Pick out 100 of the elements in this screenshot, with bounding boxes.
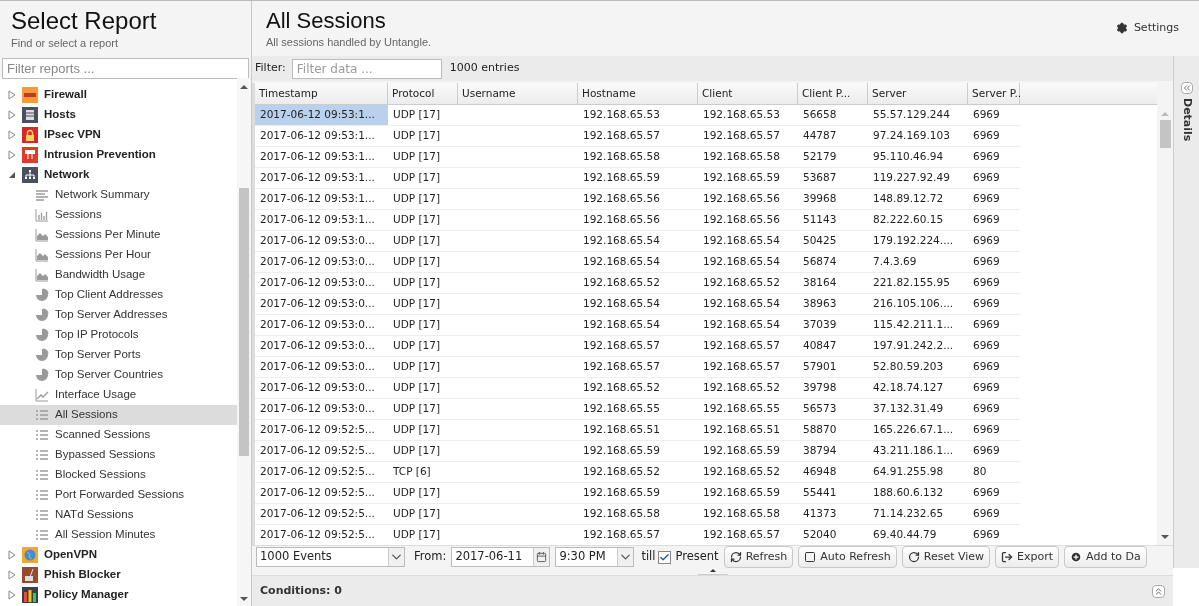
conditions-bar[interactable]: Conditions: 0 — [252, 575, 1173, 606]
table-cell-text: UDP [17] — [392, 149, 441, 165]
table-cell-text: 192.168.65.56 — [702, 212, 781, 228]
tree-item[interactable]: Bandwidth Usage — [0, 265, 237, 285]
time-select[interactable]: 9:30 PM — [555, 547, 635, 567]
column-header[interactable]: Server P.. — [968, 83, 1020, 104]
table-cell-text: 6969 — [972, 191, 1001, 207]
table-cell-text: 6969 — [972, 170, 1001, 186]
table-cell-text: 2017-06-12 09:53:0... — [259, 317, 376, 333]
tree-item[interactable]: Top Server Ports — [0, 345, 237, 365]
scrollbar-thumb[interactable] — [1159, 120, 1171, 148]
table-cell-text: 192.168.65.59 — [702, 485, 781, 501]
filter-label: Filter: — [255, 60, 286, 77]
tree-item[interactable]: Hosts — [0, 105, 237, 125]
toolbar-button[interactable]: Reset View — [901, 546, 991, 568]
from-label: From: — [414, 548, 447, 566]
collapse-arrow-icon[interactable] — [8, 171, 16, 179]
column-header[interactable]: Hostname — [578, 83, 698, 104]
auto-refresh-toggle[interactable]: Auto Refresh — [798, 546, 897, 568]
table-cell-text: TCP [6] — [392, 464, 432, 480]
details-label: Details — [1179, 98, 1195, 142]
tree-item[interactable]: Phish Blocker — [0, 565, 237, 585]
scrollbar-thumb[interactable] — [239, 188, 249, 456]
table-cell-text: 6969 — [972, 338, 1001, 354]
tree-item[interactable]: Firewall — [0, 85, 237, 105]
tree-item[interactable]: Scanned Sessions — [0, 425, 237, 445]
column-header[interactable]: Protocol — [388, 83, 458, 104]
table-cell-text: 38963 — [802, 296, 838, 312]
tree-item[interactable]: Top Server Addresses — [0, 305, 237, 325]
table-cell-text: 192.168.65.54 — [582, 317, 661, 333]
tree-item[interactable]: All Session Minutes — [0, 525, 237, 545]
column-header[interactable]: Client P... — [798, 83, 868, 104]
table-cell-text: 6969 — [972, 317, 1001, 333]
table-cell-text: 6969 — [972, 422, 1001, 438]
table-cell-text: 56573 — [802, 401, 838, 417]
table-cell-text: 2017-06-12 09:53:1... — [259, 191, 376, 207]
scroll-up-icon[interactable] — [240, 83, 248, 91]
table-cell-text: 44787 — [802, 128, 838, 144]
table-cell-text: 192.168.65.55 — [582, 401, 661, 417]
scroll-down-icon[interactable] — [240, 595, 248, 603]
tree-item[interactable]: Sessions — [0, 205, 237, 225]
table-cell-text: 82.222.60.15 — [872, 212, 945, 228]
scroll-down-icon[interactable] — [1161, 533, 1169, 541]
list-icon — [35, 428, 49, 442]
checkbox-icon — [804, 551, 817, 563]
table-cell-text: 192.168.65.54 — [702, 317, 781, 333]
tree-item[interactable]: Network — [0, 165, 237, 185]
expand-icon[interactable] — [1180, 82, 1193, 94]
tree-item[interactable]: Top Server Countries — [0, 365, 237, 385]
panel-title: Select Report — [11, 7, 158, 35]
table-cell-text: 6969 — [972, 443, 1001, 459]
lock-icon — [22, 127, 38, 143]
table-cell-text: 6969 — [972, 254, 1001, 270]
splitter-handle-icon[interactable] — [697, 568, 728, 575]
scrollbar[interactable] — [237, 78, 251, 606]
table-cell-text: 192.168.65.58 — [702, 149, 781, 165]
table-cell-text: 2017-06-12 09:53:0... — [259, 359, 376, 375]
tree-item[interactable]: OpenVPN — [0, 545, 237, 565]
table-cell-text: 58870 — [802, 422, 838, 438]
table-cell-text: 192.168.65.59 — [582, 485, 661, 501]
tree-item[interactable]: Network Summary — [0, 185, 237, 205]
table-cell-text: 192.168.65.59 — [702, 170, 781, 186]
filter-reports-field[interactable]: Filter reports ... — [2, 58, 249, 79]
tree-item[interactable]: Sessions Per Hour — [0, 245, 237, 265]
tree-item[interactable]: IPsec VPN — [0, 125, 237, 145]
tree-item[interactable]: NATd Sessions — [0, 505, 237, 525]
table-cell-text: 2017-06-12 09:53:0... — [259, 254, 376, 270]
tree-item[interactable]: Blocked Sessions — [0, 465, 237, 485]
toolbar-button[interactable]: Export — [995, 546, 1060, 568]
column-header[interactable]: Client — [698, 83, 798, 104]
details-panel[interactable]: Details — [1173, 56, 1199, 568]
tree-item[interactable]: Top Client Addresses — [0, 285, 237, 305]
column-header[interactable]: Timestamp — [255, 83, 388, 104]
tree-item[interactable]: Top IP Protocols — [0, 325, 237, 345]
tree-item[interactable]: Bypassed Sessions — [0, 445, 237, 465]
date-field[interactable]: 2017-06-11 — [451, 547, 551, 567]
table-cell-text: UDP [17] — [392, 527, 441, 543]
events-select[interactable]: 1000 Events — [256, 547, 405, 567]
tree-item[interactable]: Intrusion Prevention — [0, 145, 237, 165]
column-header[interactable]: Server — [868, 83, 968, 104]
table-cell-text: 119.227.92.49 — [872, 170, 951, 186]
present-checkbox[interactable]: Present — [658, 548, 719, 566]
table-cell-text: UDP [17] — [392, 254, 441, 270]
tree-item[interactable]: Interface Usage — [0, 385, 237, 405]
expand-icon[interactable] — [1152, 584, 1165, 598]
tree-item[interactable]: Sessions Per Minute — [0, 225, 237, 245]
table-cell-text: UDP [17] — [392, 275, 441, 291]
column-header[interactable]: Username — [458, 83, 578, 104]
settings-button[interactable]: Settings — [1115, 20, 1179, 37]
table-cell-text: 6969 — [972, 128, 1001, 144]
filter-data-field[interactable]: Filter data ... — [291, 58, 442, 79]
toolbar-button[interactable]: Add to Da — [1064, 546, 1147, 568]
tree-item[interactable]: Port Forwarded Sessions — [0, 485, 237, 505]
toolbar-button[interactable]: Refresh — [723, 546, 794, 568]
table-cell-text: 192.168.65.57 — [702, 128, 781, 144]
scrollbar[interactable] — [1157, 83, 1173, 545]
tree-item[interactable]: All Sessions — [0, 405, 237, 425]
table-cell-text: 192.168.65.58 — [582, 506, 661, 522]
tree-item[interactable]: Policy Manager — [0, 585, 237, 605]
table-cell-text: 7.4.3.69 — [872, 254, 918, 270]
